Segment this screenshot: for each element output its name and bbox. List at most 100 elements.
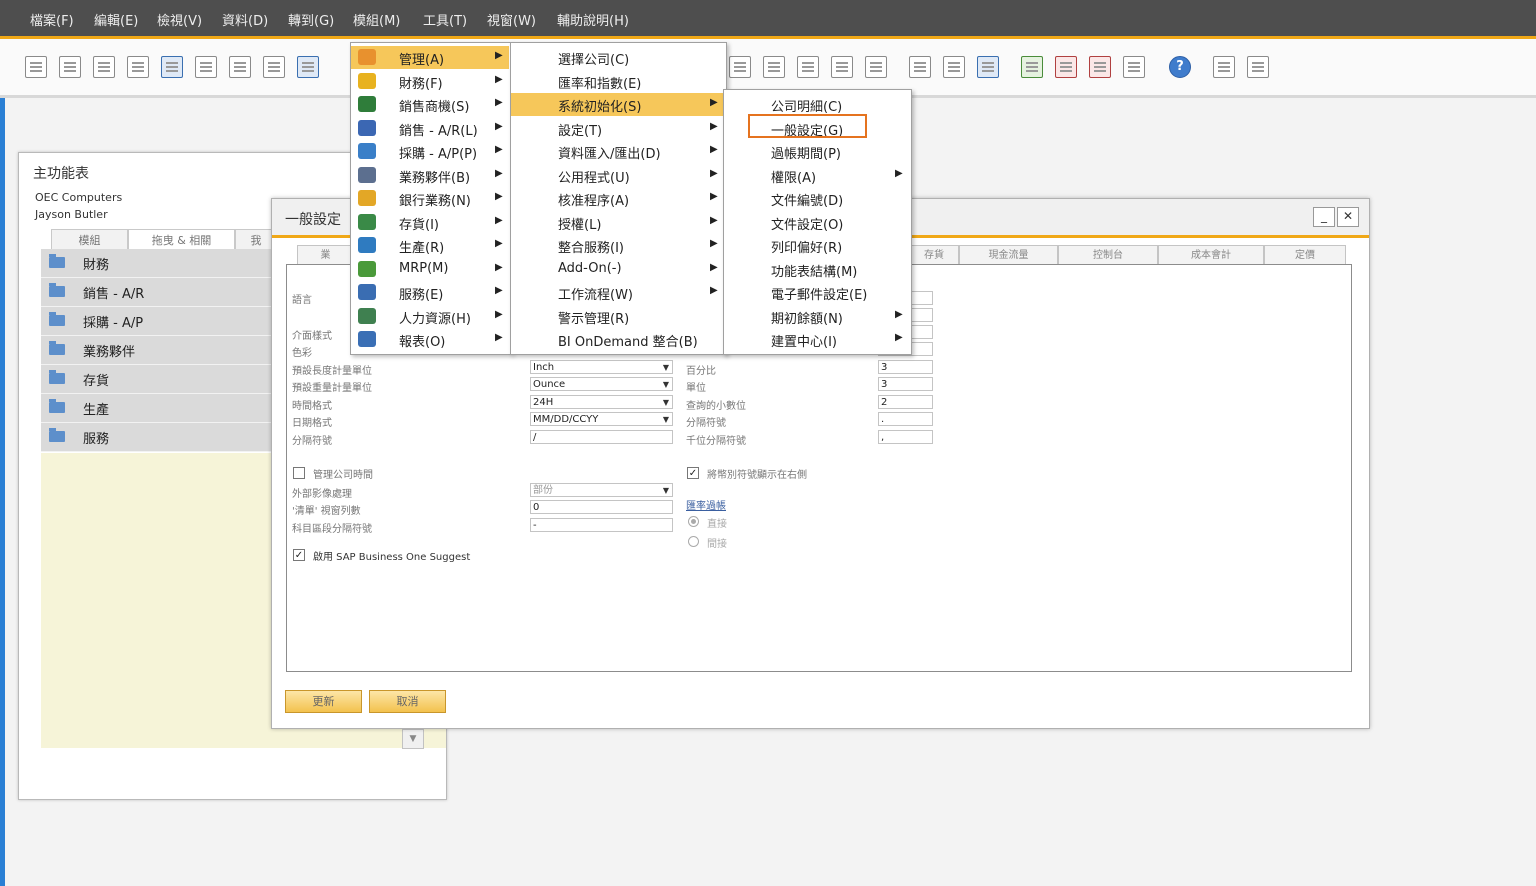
- query-decimals-field[interactable]: 2: [878, 395, 933, 409]
- radio-indirect[interactable]: [688, 536, 699, 547]
- currency-right-checkbox[interactable]: ✓: [687, 467, 699, 479]
- main-menu-item-sales[interactable]: 銷售 - A/R: [41, 278, 301, 307]
- admin-menu-item[interactable]: 整合服務(I) ▶: [511, 234, 724, 257]
- admin-menu-item[interactable]: 公用程式(U) ▶: [511, 164, 724, 187]
- sysinit-menu-item[interactable]: 公司明細(C): [724, 93, 909, 116]
- sysinit-menu-item[interactable]: 期初餘額(N) ▶: [724, 305, 909, 328]
- module-menu-item[interactable]: 採購 - A/P(P) ▶: [351, 140, 509, 163]
- sysinit-menu-item[interactable]: 功能表結構(M): [724, 258, 909, 281]
- sysinit-menu-item[interactable]: 列印偏好(R): [724, 234, 909, 257]
- report-icon[interactable]: [729, 56, 751, 78]
- update-button[interactable]: 更新: [285, 690, 362, 713]
- menu-edit[interactable]: 編輯(E): [94, 10, 138, 29]
- preview-icon[interactable]: [25, 56, 47, 78]
- admin-menu-item[interactable]: 工作流程(W) ▶: [511, 281, 724, 304]
- length-unit-select[interactable]: Inch: [530, 360, 673, 375]
- time-format-select[interactable]: 24H: [530, 395, 673, 410]
- menu-data[interactable]: 資料(D): [222, 10, 268, 29]
- main-menu-item-production[interactable]: 生產: [41, 394, 301, 423]
- weight-unit-select[interactable]: Ounce: [530, 377, 673, 392]
- settings-icon[interactable]: [943, 56, 965, 78]
- external-image-select[interactable]: 部份: [530, 483, 673, 498]
- menu-view[interactable]: 檢視(V): [157, 10, 202, 29]
- main-menu-item-partners[interactable]: 業務夥伴: [41, 336, 301, 365]
- admin-menu-item[interactable]: 授權(L) ▶: [511, 211, 724, 234]
- date-separator-field[interactable]: /: [530, 430, 673, 444]
- menu-window[interactable]: 視窗(W): [487, 10, 536, 29]
- admin-menu-item[interactable]: 系統初始化(S) ▶: [511, 93, 724, 116]
- sysinit-menu-item[interactable]: 電子郵件設定(E): [724, 281, 909, 304]
- module-menu-item[interactable]: 服務(E) ▶: [351, 281, 509, 304]
- email-icon[interactable]: [93, 56, 115, 78]
- message-icon[interactable]: [1055, 56, 1077, 78]
- module-menu-item[interactable]: 存貨(I) ▶: [351, 211, 509, 234]
- target-document-icon[interactable]: [865, 56, 887, 78]
- scroll-down-button[interactable]: ▼: [402, 729, 424, 749]
- thousands-separator-field[interactable]: ,: [878, 430, 933, 444]
- admin-menu-item[interactable]: 設定(T) ▶: [511, 117, 724, 140]
- menu-help[interactable]: 輔助說明(H): [557, 10, 629, 29]
- tab-inventory[interactable]: 存貨: [909, 245, 959, 265]
- help-icon[interactable]: ?: [1169, 56, 1191, 78]
- sysinit-menu-item[interactable]: 過帳期間(P): [724, 140, 909, 163]
- module-menu-item[interactable]: 管理(A) ▶: [351, 46, 509, 69]
- module-menu-item[interactable]: 銷售商機(S) ▶: [351, 93, 509, 116]
- main-menu-item-finance[interactable]: 財務: [41, 249, 301, 278]
- tab-bp[interactable]: 業: [297, 245, 354, 265]
- radio-direct[interactable]: [688, 516, 699, 527]
- menu-file[interactable]: 檔案(F): [30, 10, 74, 29]
- suggest-checkbox[interactable]: ✓: [293, 549, 305, 561]
- account-separator-field[interactable]: -: [530, 518, 673, 532]
- admin-menu-item[interactable]: 資料匯入/匯出(D) ▶: [511, 140, 724, 163]
- spreadsheet-icon[interactable]: [1089, 56, 1111, 78]
- module-menu-item[interactable]: 業務夥伴(B) ▶: [351, 164, 509, 187]
- base-document-icon[interactable]: [831, 56, 853, 78]
- edit-icon[interactable]: [909, 56, 931, 78]
- layout-icon[interactable]: [1247, 56, 1269, 78]
- main-menu-item-inventory[interactable]: 存貨: [41, 365, 301, 394]
- minimize-button[interactable]: _: [1313, 207, 1335, 227]
- admin-menu-item[interactable]: 選擇公司(C): [511, 46, 724, 69]
- menu-goto[interactable]: 轉到(G): [288, 10, 334, 29]
- fax-icon[interactable]: [127, 56, 149, 78]
- export-word-icon[interactable]: [229, 56, 251, 78]
- units-decimals-field[interactable]: 3: [878, 377, 933, 391]
- export-excel-icon[interactable]: [195, 56, 217, 78]
- module-menu-item[interactable]: 銷售 - A/R(L) ▶: [351, 117, 509, 140]
- drilldown-icon[interactable]: [763, 56, 785, 78]
- tab-cash-flow[interactable]: 現金流量: [959, 245, 1058, 265]
- main-menu-item-purchasing[interactable]: 採購 - A/P: [41, 307, 301, 336]
- menu-tools[interactable]: 工具(T): [423, 10, 467, 29]
- admin-menu-item[interactable]: 匯率和指數(E): [511, 70, 724, 93]
- tab-cockpit[interactable]: 控制台: [1058, 245, 1158, 265]
- admin-menu-item[interactable]: 核准程序(A) ▶: [511, 187, 724, 210]
- sysinit-menu-item[interactable]: 文件編號(D): [724, 187, 909, 210]
- sms-icon[interactable]: [161, 56, 183, 78]
- queries-icon[interactable]: [1213, 56, 1235, 78]
- export-pdf-icon[interactable]: [263, 56, 285, 78]
- tab-pricing[interactable]: 定價: [1264, 245, 1346, 265]
- admin-menu-item[interactable]: Add-On(-) ▶: [511, 258, 724, 281]
- date-format-select[interactable]: MM/DD/CCYY: [530, 412, 673, 427]
- chart-icon[interactable]: [797, 56, 819, 78]
- exchange-rate-posting-link[interactable]: 匯率過帳: [686, 497, 726, 512]
- menu-modules[interactable]: 模組(M): [353, 10, 400, 29]
- org-chart-icon[interactable]: [1123, 56, 1145, 78]
- module-menu-item[interactable]: 生產(R) ▶: [351, 234, 509, 257]
- decimal-separator-field[interactable]: .: [878, 412, 933, 426]
- tab-cost-accounting[interactable]: 成本會計: [1158, 245, 1264, 265]
- module-menu-item[interactable]: MRP(M) ▶: [351, 258, 509, 281]
- list-rows-field[interactable]: 0: [530, 500, 673, 514]
- percent-decimals-field[interactable]: 3: [878, 360, 933, 374]
- sysinit-menu-item[interactable]: 權限(A) ▶: [724, 164, 909, 187]
- module-menu-item[interactable]: 人力資源(H) ▶: [351, 305, 509, 328]
- admin-menu-item[interactable]: 警示管理(R): [511, 305, 724, 328]
- close-button[interactable]: ✕: [1337, 207, 1359, 227]
- admin-menu-item[interactable]: BI OnDemand 整合(B): [511, 328, 724, 351]
- sysinit-menu-item[interactable]: 建置中心(I) ▶: [724, 328, 909, 351]
- cancel-button[interactable]: 取消: [369, 690, 446, 713]
- manage-company-time-checkbox[interactable]: [293, 467, 305, 479]
- module-menu-item[interactable]: 財務(F) ▶: [351, 70, 509, 93]
- move-icon[interactable]: [297, 56, 319, 78]
- module-menu-item[interactable]: 銀行業務(N) ▶: [351, 187, 509, 210]
